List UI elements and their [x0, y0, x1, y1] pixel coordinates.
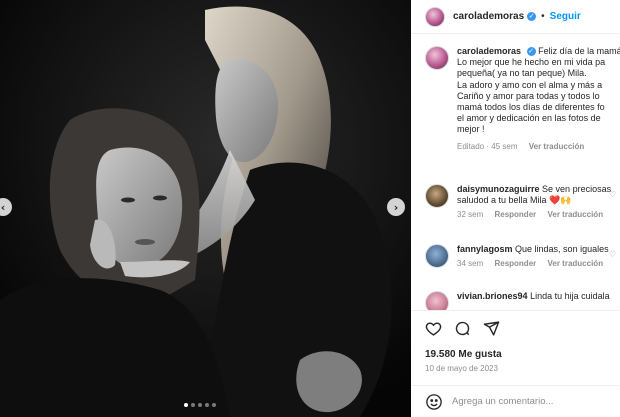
comment-text: Se ven preciosas	[542, 184, 612, 194]
carousel-dot	[191, 403, 195, 407]
post-header: carolademoras ✓ • Seguir	[411, 0, 620, 34]
post-date: 10 de mayo de 2023	[425, 364, 498, 373]
share-icon[interactable]	[483, 320, 500, 337]
caption-line: mamá todos los días de diferentes fo	[457, 102, 605, 113]
like-comment-icon[interactable]: ♡	[609, 190, 616, 199]
comments-feed[interactable]: carolademoras ✓ Feliz día de la mamá Lo …	[411, 34, 620, 310]
emoji-icon[interactable]	[425, 393, 443, 411]
header-username[interactable]: carolademoras	[453, 11, 524, 22]
comment-text: saludod a tu bella Mila ❤️🙌	[457, 195, 572, 206]
carousel-dot	[198, 403, 202, 407]
verified-badge-icon: ✓	[527, 12, 537, 21]
header-separator: •	[541, 11, 545, 22]
caption-line: el amor y dedicación en las fotos de	[457, 113, 601, 124]
likes-count[interactable]: 19.580 Me gusta	[425, 349, 502, 360]
carousel-dot	[184, 403, 188, 407]
chevron-right-icon[interactable]: ›	[387, 198, 405, 216]
follow-button[interactable]: Seguir	[550, 11, 581, 22]
translate-link[interactable]: Ver traducción	[548, 210, 604, 219]
translate-link[interactable]: Ver traducción	[548, 259, 604, 268]
comment-username[interactable]: fannylagosm	[457, 244, 513, 254]
comment-username[interactable]: vivian.briones94	[457, 291, 528, 301]
reply-link[interactable]: Responder	[494, 210, 536, 219]
add-comment-bar	[411, 385, 620, 417]
translate-link[interactable]: Ver traducción	[529, 142, 585, 151]
action-bar	[411, 310, 620, 346]
reply-link[interactable]: Responder	[494, 259, 536, 268]
comment-avatar[interactable]	[425, 291, 449, 310]
like-comment-icon[interactable]: ♡	[609, 250, 616, 259]
comment-icon[interactable]	[454, 320, 471, 337]
caption-line: Cariño y amor para todas y todos lo	[457, 90, 600, 101]
comment-username[interactable]: daisymunozaguirre	[457, 184, 540, 194]
comment-avatar[interactable]	[425, 244, 449, 268]
avatar[interactable]	[425, 6, 445, 27]
caption-line: mejor !	[457, 124, 485, 135]
caption-edited: Editado · 45 sem	[457, 141, 518, 151]
comment-avatar[interactable]	[425, 184, 449, 208]
caption-avatar[interactable]	[425, 46, 449, 70]
post-sidebar: carolademoras ✓ • Seguir carolademoras ✓…	[411, 0, 620, 417]
heart-icon[interactable]	[425, 320, 442, 337]
comment-time: 34 sem	[457, 259, 484, 269]
post-photo	[0, 0, 411, 417]
carousel-dot	[212, 403, 216, 407]
carousel-dots	[184, 403, 216, 407]
caption-line: Feliz día de la mamá	[538, 46, 620, 56]
caption-line: Lo mejor que he hecho en mi vida pa	[457, 57, 606, 68]
comment-input[interactable]	[452, 396, 620, 407]
comment-text: Que lindas, son iguales	[515, 244, 609, 254]
carousel-dot	[205, 403, 209, 407]
caption-line: La adoro y amo con el alma y más a	[457, 79, 603, 90]
comment-text: Linda tu hija cuidala	[530, 291, 610, 301]
caption-username[interactable]: carolademoras	[457, 46, 521, 56]
caption-line: pequeña( ya no tan peque) Mila.	[457, 68, 587, 79]
verified-badge-icon: ✓	[526, 47, 536, 57]
comment-time: 32 sem	[457, 210, 484, 220]
post-media[interactable]: ‹ ›	[0, 0, 411, 417]
